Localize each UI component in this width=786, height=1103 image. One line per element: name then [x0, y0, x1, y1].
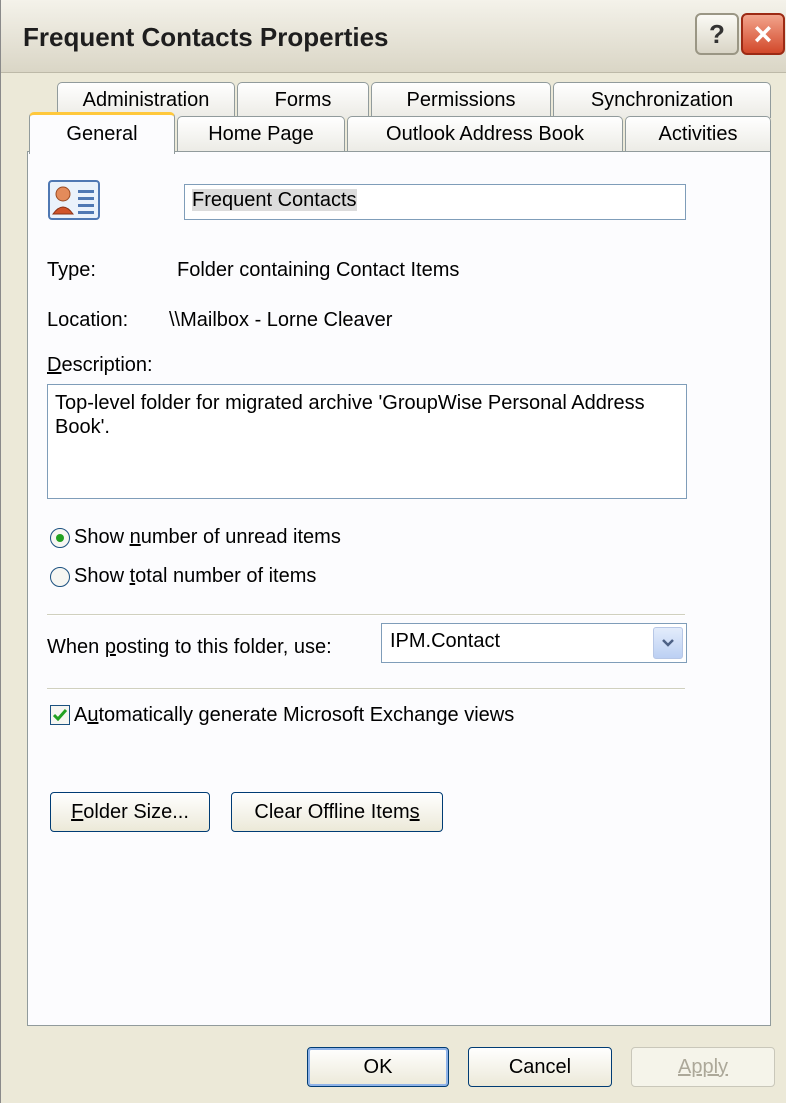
help-button[interactable]: ? — [695, 13, 739, 55]
window-title: Frequent Contacts Properties — [23, 22, 389, 52]
folder-name-input[interactable]: Frequent Contacts — [184, 184, 686, 220]
type-value: Folder containing Contact Items — [177, 259, 460, 281]
show-total-label[interactable]: Show total number of items — [74, 565, 316, 588]
apply-button[interactable]: Apply — [631, 1047, 775, 1087]
posting-label: When posting to this folder, use: — [47, 636, 332, 658]
show-unread-radio[interactable] — [50, 528, 70, 548]
cancel-button[interactable]: Cancel — [468, 1047, 612, 1087]
ok-button[interactable]: OK — [307, 1047, 449, 1087]
check-mark-icon — [53, 709, 67, 721]
tab-permissions[interactable]: Permissions — [371, 82, 551, 118]
radio-selected-dot — [56, 534, 64, 542]
description-textarea[interactable]: Top-level folder for migrated archive 'G… — [47, 384, 687, 499]
properties-dialog: Frequent Contacts Properties ? × Adminis… — [0, 0, 786, 1103]
close-icon: × — [753, 16, 773, 52]
chevron-down-icon — [662, 639, 674, 647]
posting-form-value: IPM.Contact — [390, 630, 501, 652]
type-label: Type: — [47, 259, 96, 281]
tab-activities[interactable]: Activities — [625, 116, 771, 152]
posting-form-select[interactable]: IPM.Contact — [381, 623, 687, 663]
show-total-radio[interactable] — [50, 567, 70, 587]
general-tab-panel: Frequent Contacts Type: Folder containin… — [27, 151, 771, 1026]
tab-outlook-address-book[interactable]: Outlook Address Book — [347, 116, 623, 152]
contact-folder-icon — [48, 180, 100, 220]
tab-synchronization[interactable]: Synchronization — [553, 82, 771, 118]
location-value: \\Mailbox - Lorne Cleaver — [169, 309, 393, 331]
auto-views-checkbox[interactable] — [50, 705, 70, 725]
folder-name-value: Frequent Contacts — [192, 189, 357, 211]
description-label: Description: — [47, 354, 153, 376]
folder-size-button[interactable]: Folder Size... — [50, 792, 210, 832]
close-button[interactable]: × — [741, 13, 785, 55]
clear-offline-items-button[interactable]: Clear Offline Items — [231, 792, 443, 832]
help-icon: ? — [709, 18, 725, 49]
dropdown-button[interactable] — [653, 627, 683, 659]
separator — [47, 688, 685, 690]
show-unread-label[interactable]: Show number of unread items — [74, 526, 341, 549]
tab-forms[interactable]: Forms — [237, 82, 369, 118]
tab-home-page[interactable]: Home Page — [177, 116, 345, 152]
title-bar[interactable]: Frequent Contacts Properties ? × — [1, 0, 786, 73]
location-label: Location: — [47, 309, 129, 331]
auto-views-label[interactable]: Automatically generate Microsoft Exchang… — [74, 704, 514, 727]
description-value: Top-level folder for migrated archive 'G… — [55, 392, 645, 438]
separator — [47, 614, 685, 616]
tab-general[interactable]: General — [29, 112, 175, 154]
